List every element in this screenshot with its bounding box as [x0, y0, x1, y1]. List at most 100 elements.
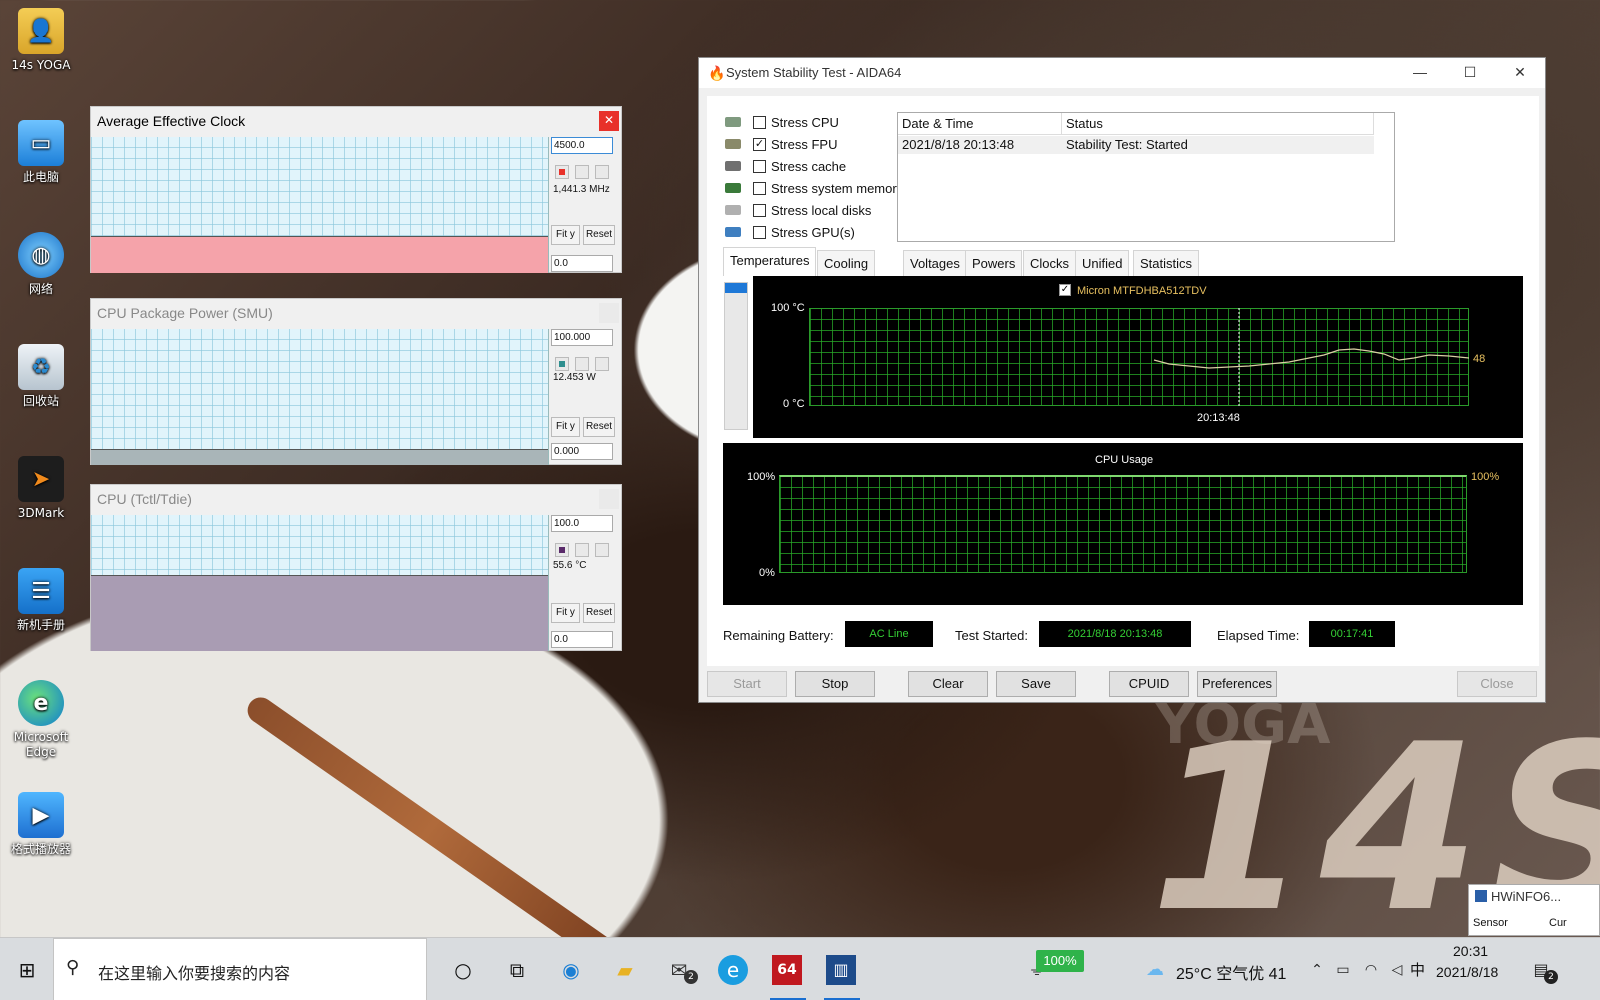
tab-voltages[interactable]: Voltages — [903, 250, 967, 276]
browser-2345-icon[interactable]: e — [718, 955, 748, 985]
sensor-list-scroll[interactable] — [724, 282, 748, 430]
maximize-icon[interactable]: ☐ — [1445, 58, 1495, 88]
close-icon[interactable]: ✕ — [599, 303, 619, 323]
tab-statistics[interactable]: Statistics — [1133, 250, 1200, 276]
tab-unified[interactable]: Unified — [1075, 250, 1130, 276]
reset-button[interactable]: Reset — [583, 417, 615, 437]
cpu-y-max-label: 100% — [747, 471, 776, 483]
minimize-icon[interactable]: — — [1395, 58, 1445, 88]
stress-gpu-checkbox[interactable] — [753, 225, 766, 239]
hwinfo-col-current[interactable]: Cur — [1549, 917, 1567, 929]
graph-min-input[interactable]: 0.0 — [551, 255, 613, 272]
stress-cache-checkbox[interactable] — [753, 159, 766, 173]
clock-date[interactable]: 2021/8/18 — [1436, 964, 1498, 980]
stop-button[interactable]: Stop — [795, 671, 875, 697]
stress-cpu-option[interactable]: Stress CPU — [725, 112, 839, 132]
cortana-icon[interactable]: ○ — [448, 955, 478, 985]
desktop-icon-recycle-bin[interactable]: ♻ 回收站 — [6, 344, 76, 409]
stress-disks-checkbox[interactable] — [753, 203, 766, 217]
close-icon[interactable]: ✕ — [1495, 58, 1545, 88]
file-explorer-icon[interactable]: ▰ — [610, 955, 640, 985]
tab-cooling-fans[interactable]: Cooling Fans — [817, 250, 876, 297]
stress-cpu-checkbox[interactable] — [753, 115, 766, 129]
tab-clocks[interactable]: Clocks — [1023, 250, 1077, 276]
hwinfo-col-sensor[interactable]: Sensor — [1473, 917, 1508, 929]
stress-memory-checkbox[interactable] — [753, 181, 766, 195]
column-header-datetime[interactable]: Date & Time — [898, 113, 1062, 135]
clear-button[interactable]: Clear — [908, 671, 988, 697]
graph-max-input[interactable]: 100.000 — [551, 329, 613, 346]
close-button[interactable]: Close — [1457, 671, 1537, 697]
weather-text[interactable]: 25°C 空气优 41 — [1176, 960, 1286, 984]
series-color-swatch[interactable] — [555, 543, 569, 557]
taskbar-search[interactable]: ⚲ 在这里输入你要搜索的内容 — [53, 938, 427, 1000]
window-title: System Stability Test - AIDA64 — [726, 65, 902, 80]
series-color-swatch[interactable] — [555, 357, 569, 371]
task-view-icon[interactable]: ⧉ — [502, 955, 532, 985]
fit-y-button[interactable]: Fit y — [551, 225, 580, 245]
close-icon[interactable]: ✕ — [599, 489, 619, 509]
desktop-icon-network[interactable]: ◍ 网络 — [6, 232, 76, 297]
reset-button[interactable]: Reset — [583, 225, 615, 245]
aida64-stability-window[interactable]: 🔥 System Stability Test - AIDA64 — ☐ ✕ S… — [698, 57, 1546, 703]
close-icon[interactable]: ✕ — [599, 111, 619, 131]
graph-fill — [91, 236, 548, 273]
aida64-taskbar-icon[interactable]: 64 — [772, 955, 802, 985]
graph-option-box[interactable] — [575, 165, 589, 179]
save-button[interactable]: Save — [996, 671, 1076, 697]
status-log-table[interactable]: Date & Time Status 2021/8/18 20:13:48 St… — [897, 112, 1395, 242]
volume-icon[interactable]: ◁ — [1382, 955, 1412, 985]
graph-window-package-power[interactable]: CPU Package Power (SMU) ✕ 100.000 12.453… — [90, 298, 622, 465]
battery-icon[interactable]: ▭ — [1328, 955, 1358, 985]
desktop-icon-label: 回收站 — [22, 394, 59, 408]
graph-min-input[interactable]: 0.000 — [551, 443, 613, 460]
graph-max-input[interactable]: 100.0 — [551, 515, 613, 532]
hwinfo-taskbar-icon[interactable]: ▥ — [826, 955, 856, 985]
graph-option-box[interactable] — [595, 543, 609, 557]
battery-percent-badge[interactable]: 100% — [1036, 950, 1084, 972]
desktop-icon-manual[interactable]: ☰ 新机手册 — [6, 568, 76, 633]
start-button[interactable]: Start — [707, 671, 787, 697]
graph-window-cpu-temp[interactable]: CPU (Tctl/Tdie) ✕ 100.0 55.6 °C Fit y Re… — [90, 484, 622, 651]
clock-time[interactable]: 20:31 — [1453, 943, 1488, 959]
tab-powers[interactable]: Powers — [965, 250, 1023, 276]
stress-cache-option[interactable]: Stress cache — [725, 156, 846, 176]
reset-button[interactable]: Reset — [583, 603, 615, 623]
graph-min-input[interactable]: 0.0 — [551, 631, 613, 648]
fit-y-button[interactable]: Fit y — [551, 417, 580, 437]
stress-memory-option[interactable]: Stress system memory — [725, 178, 903, 198]
window-titlebar[interactable]: 🔥 System Stability Test - AIDA64 — ☐ ✕ — [699, 58, 1545, 88]
sensor-legend-checkbox[interactable]: ✓ — [1059, 284, 1071, 296]
preferences-button[interactable]: Preferences — [1197, 671, 1277, 697]
column-header-status[interactable]: Status — [1062, 113, 1374, 135]
stress-disks-option[interactable]: Stress local disks — [725, 200, 871, 220]
swatch-color — [559, 169, 565, 175]
windows-start-icon[interactable]: ⊞ — [12, 955, 42, 985]
graph-window-effective-clock[interactable]: Average Effective Clock ✕ 4500.0 1,441.3… — [90, 106, 622, 273]
series-color-swatch[interactable] — [555, 165, 569, 179]
weather-cloud-icon[interactable]: ☁ — [1140, 955, 1170, 985]
stress-fpu-checkbox[interactable]: ✓ — [753, 137, 766, 151]
stress-gpu-option[interactable]: Stress GPU(s) — [725, 222, 855, 242]
stress-disks-label: Stress local disks — [771, 202, 872, 218]
stress-fpu-option[interactable]: ✓ Stress FPU — [725, 134, 837, 154]
desktop-icon-edge[interactable]: e Microsoft Edge — [6, 680, 76, 760]
desktop-icon-3dmark[interactable]: ➤ 3DMark — [6, 456, 76, 521]
graph-option-box[interactable] — [595, 165, 609, 179]
edge-taskbar-icon[interactable]: ◉ — [556, 955, 586, 985]
fit-y-button[interactable]: Fit y — [551, 603, 580, 623]
sensor-list-selected[interactable] — [725, 283, 747, 293]
desktop-icon-14s-yoga[interactable]: 👤 14s YOGA — [6, 8, 76, 73]
cpuid-button[interactable]: CPUID — [1109, 671, 1189, 697]
desktop-icon-player[interactable]: ▶ 格式播放器 — [6, 792, 76, 857]
desktop-icon-this-pc[interactable]: ▭ 此电脑 — [6, 120, 76, 185]
graph-option-box[interactable] — [575, 543, 589, 557]
tab-temperatures[interactable]: Temperatures — [723, 247, 817, 276]
ime-indicator[interactable]: 中 — [1410, 959, 1425, 980]
graph-option-box[interactable] — [575, 357, 589, 371]
hwinfo-mini-window[interactable]: HWiNFO6... Sensor Cur — [1468, 884, 1600, 936]
graph-option-box[interactable] — [595, 357, 609, 371]
swatch-color — [559, 361, 565, 367]
battery-value: AC Line — [845, 621, 933, 647]
graph-max-input[interactable]: 4500.0 — [551, 137, 613, 154]
